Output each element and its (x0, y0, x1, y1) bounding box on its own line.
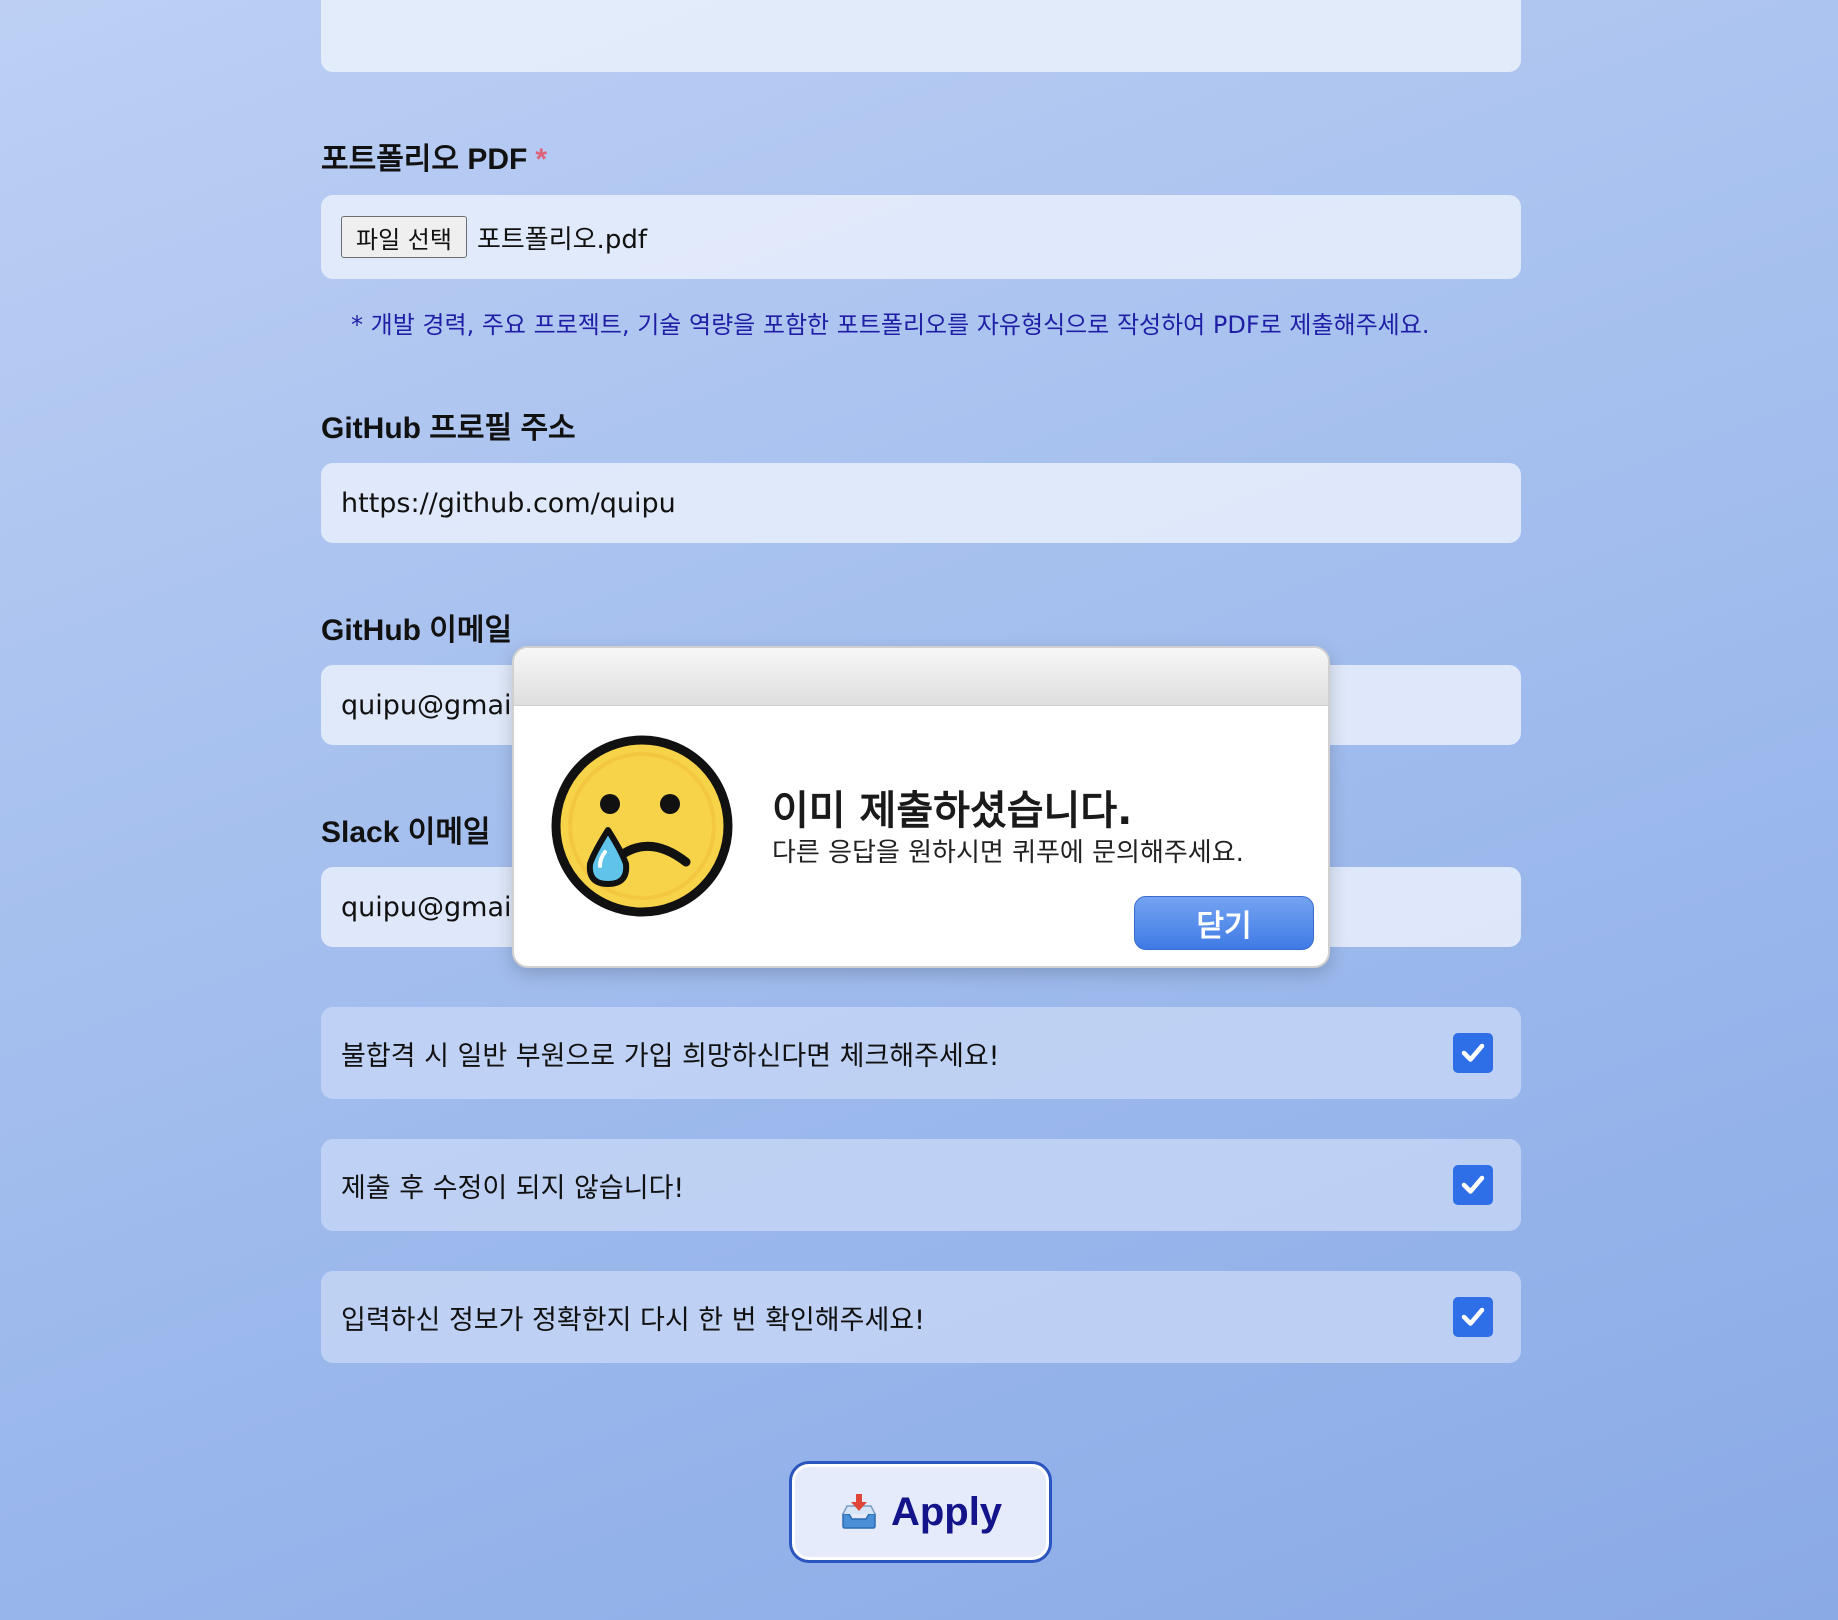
inbox-tray-icon (842, 1494, 876, 1529)
choose-file-button[interactable]: 파일 선택 (341, 216, 467, 258)
portfolio-label: 포트폴리오 PDF * (321, 134, 547, 178)
already-submitted-dialog: 이미 제출하셨습니다. 다른 응답을 원하시면 퀴푸에 문의해주세요. 닫기 (512, 646, 1330, 968)
dialog-title: 이미 제출하셨습니다. (772, 788, 1133, 834)
github-email-value: quipu@gmail. (341, 689, 528, 721)
check-label: 불합격 시 일반 부원으로 가입 희망하신다면 체크해주세요! (341, 1040, 1000, 1072)
crying-face-icon (550, 734, 734, 922)
checkbox-checked[interactable] (1453, 1165, 1493, 1205)
github-profile-value: https://github.com/quipu (341, 487, 676, 519)
portfolio-label-text: 포트폴리오 PDF (321, 143, 528, 176)
dialog-titlebar[interactable] (514, 648, 1328, 706)
selected-file-name: 포트폴리오.pdf (476, 224, 647, 255)
check-label: 제출 후 수정이 되지 않습니다! (341, 1172, 685, 1204)
check-label: 입력하신 정보가 정확한지 다시 한 번 확인해주세요! (341, 1304, 925, 1336)
checkmark-icon (1461, 1043, 1485, 1062)
slack-email-value: quipu@gmail. (341, 891, 528, 923)
github-email-label: GitHub 이메일 (321, 614, 513, 647)
close-button[interactable]: 닫기 (1134, 896, 1314, 950)
previous-field-box[interactable] (321, 0, 1521, 72)
checkmark-icon (1461, 1175, 1485, 1194)
checkbox-checked[interactable] (1453, 1297, 1493, 1337)
apply-button[interactable]: Apply (789, 1461, 1052, 1563)
dialog-message: 다른 응답을 원하시면 퀴푸에 문의해주세요. (772, 838, 1244, 868)
check-row-general-member[interactable]: 불합격 시 일반 부원으로 가입 희망하신다면 체크해주세요! (321, 1007, 1521, 1099)
check-row-verify-info[interactable]: 입력하신 정보가 정확한지 다시 한 번 확인해주세요! (321, 1271, 1521, 1363)
checkmark-icon (1461, 1307, 1485, 1326)
portfolio-file-field: 파일 선택 포트폴리오.pdf (321, 195, 1521, 279)
github-profile-input[interactable]: https://github.com/quipu (321, 463, 1521, 543)
github-profile-label: GitHub 프로필 주소 (321, 412, 576, 445)
portfolio-note: * 개발 경력, 주요 프로젝트, 기술 역량을 포함한 포트폴리오를 자유형식… (351, 311, 1430, 339)
check-row-no-edit[interactable]: 제출 후 수정이 되지 않습니다! (321, 1139, 1521, 1231)
slack-email-label: Slack 이메일 (321, 816, 491, 849)
apply-label: Apply (890, 1489, 1003, 1534)
required-mark: * (535, 143, 548, 176)
checkbox-checked[interactable] (1453, 1033, 1493, 1073)
